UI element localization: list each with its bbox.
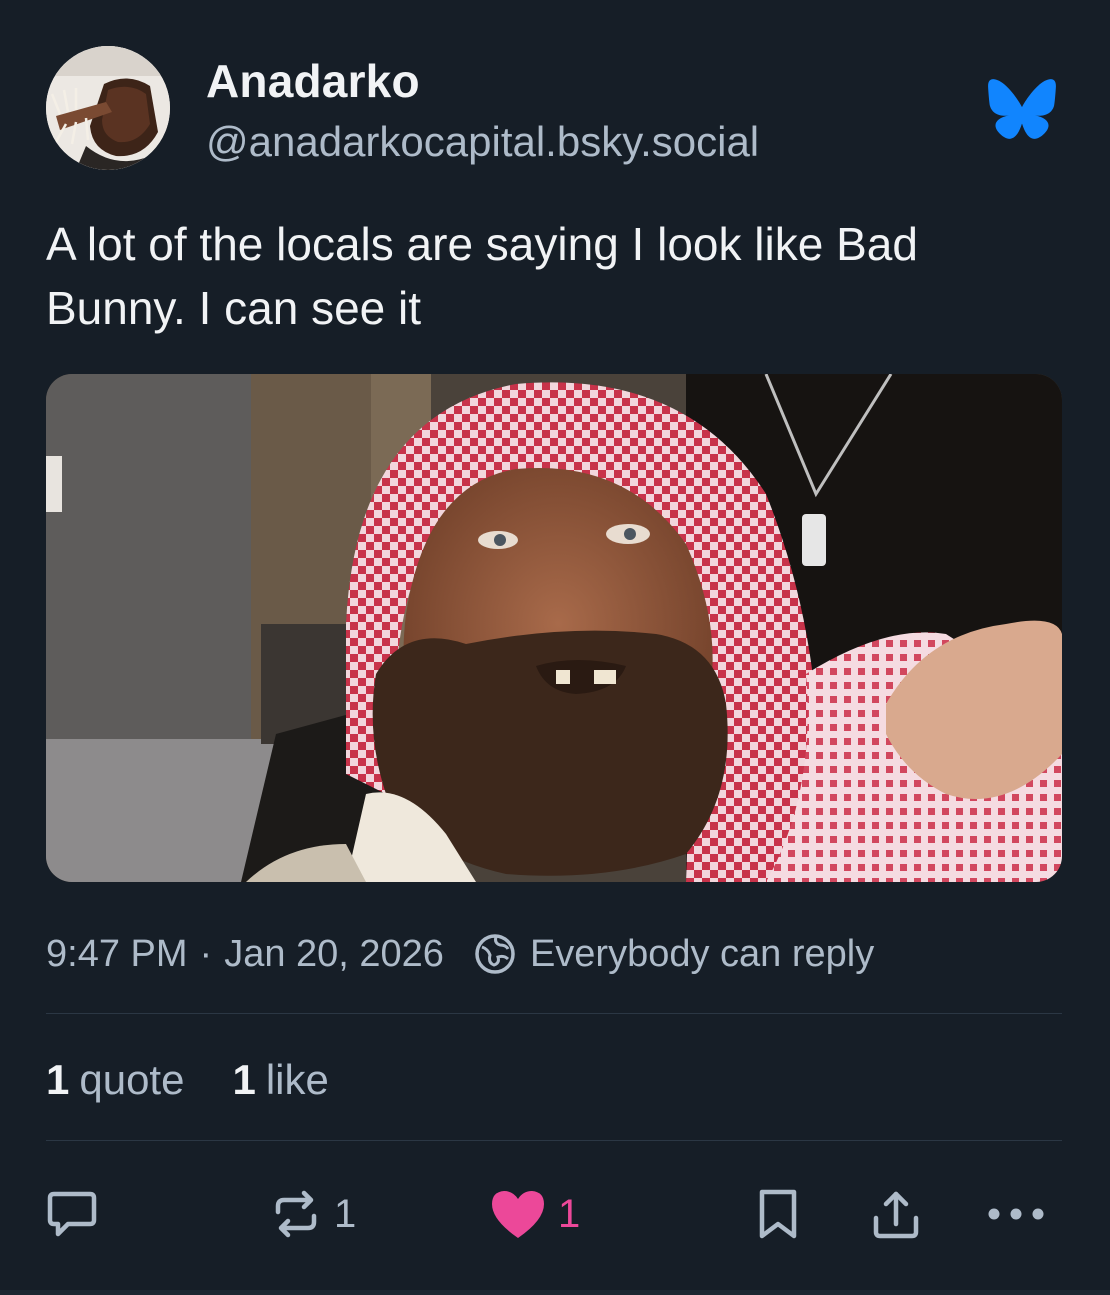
bookmark-button[interactable]: [752, 1184, 804, 1244]
post-meta: 9:47 PM · Jan 20, 2026 Everybody can rep…: [46, 928, 874, 980]
avatar-photo: [46, 46, 170, 170]
more-dots-icon: [988, 1208, 1044, 1220]
reply-button[interactable]: [44, 1184, 100, 1244]
share-icon: [873, 1191, 919, 1239]
globe-icon: [475, 934, 515, 974]
reply-setting-label: Everybody can reply: [529, 932, 875, 975]
share-button[interactable]: [868, 1184, 924, 1244]
author-handle[interactable]: @anadarkocapital.bsky.social: [206, 118, 759, 166]
bottom-divider: [0, 1290, 1110, 1295]
repost-icon: [275, 1190, 317, 1238]
like-button[interactable]: 1: [488, 1184, 580, 1244]
post-time[interactable]: 9:47 PM: [46, 933, 188, 976]
bluesky-butterfly-icon[interactable]: [986, 78, 1058, 140]
post-date[interactable]: Jan 20, 2026: [224, 933, 444, 976]
heart-icon: [492, 1191, 544, 1238]
photo-bearded-man-red-keffiyeh: [46, 374, 1062, 882]
more-button[interactable]: [984, 1184, 1048, 1244]
divider: [46, 1013, 1062, 1014]
bookmark-icon: [759, 1189, 797, 1239]
repost-count: 1: [334, 1191, 357, 1236]
likes-label: like: [265, 1056, 329, 1103]
post-image[interactable]: [46, 374, 1062, 882]
post-text: A lot of the locals are saying I look li…: [46, 218, 918, 334]
divider: [46, 1140, 1062, 1141]
meta-separator: ·: [199, 932, 213, 975]
like-count: 1: [558, 1191, 581, 1236]
reply-bubble-icon: [47, 1191, 97, 1237]
likes-count: 1: [232, 1056, 256, 1103]
post-detail: Anadarko @anadarkocapital.bsky.social A …: [0, 0, 1110, 1295]
post-stats: 1 quote 1 like: [46, 1052, 377, 1108]
avatar[interactable]: [46, 46, 170, 170]
reply-setting[interactable]: Everybody can reply: [474, 933, 874, 976]
quotes-stat[interactable]: 1 quote: [46, 1056, 184, 1104]
repost-button[interactable]: 1: [268, 1184, 356, 1244]
author-display-name[interactable]: Anadarko: [206, 54, 420, 108]
likes-stat[interactable]: 1 like: [232, 1056, 328, 1104]
quotes-count: 1: [46, 1056, 70, 1103]
quotes-label: quote: [79, 1056, 185, 1103]
